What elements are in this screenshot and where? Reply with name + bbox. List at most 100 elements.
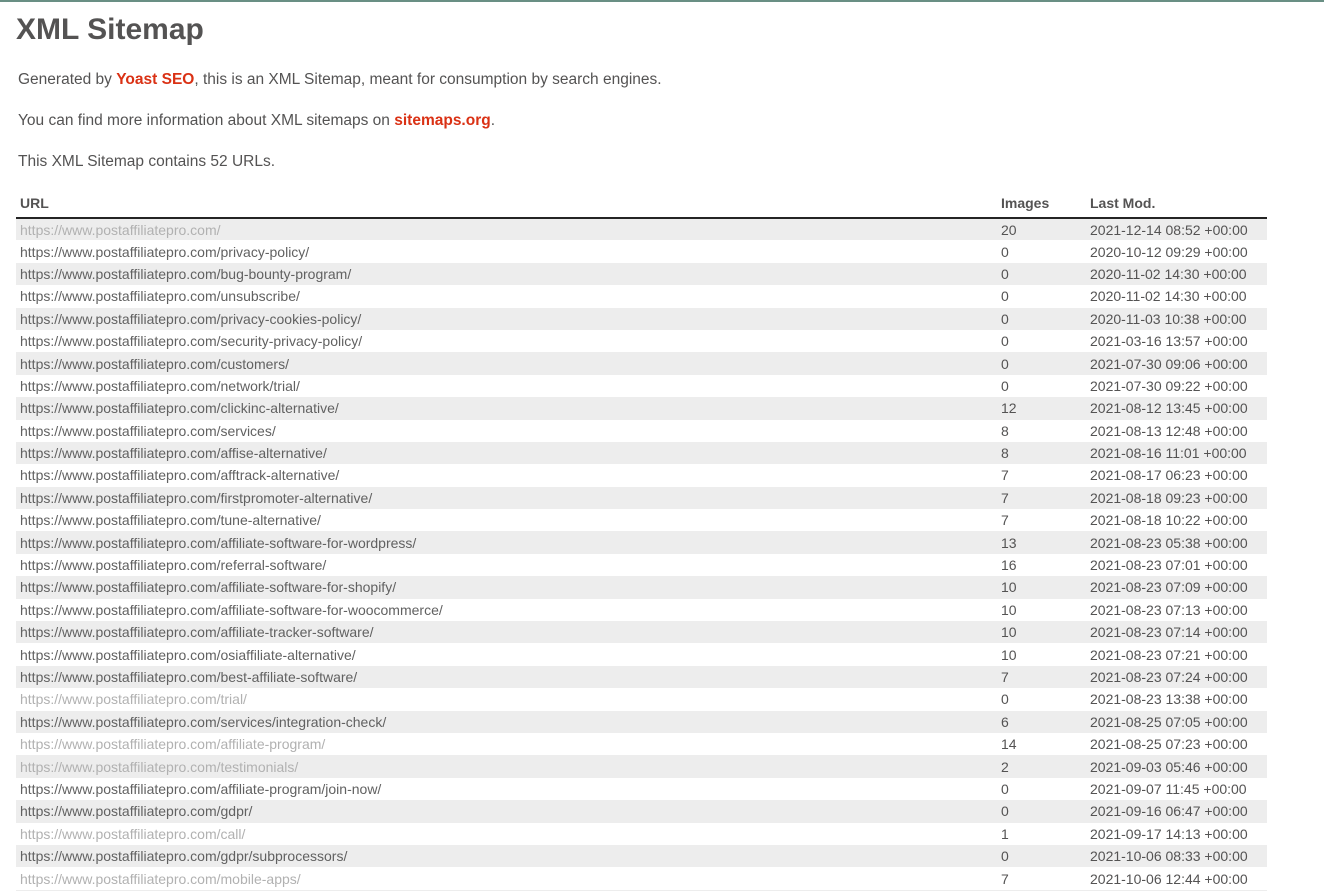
column-header-url: URL <box>16 193 997 218</box>
url-cell: https://www.postaffiliatepro.com/osiaffi… <box>16 643 997 665</box>
table-row: https://www.postaffiliatepro.com/firstpr… <box>16 487 1267 509</box>
column-header-lastmod: Last Mod. <box>1086 193 1267 218</box>
url-link[interactable]: https://www.postaffiliatepro.com/affilia… <box>20 579 396 595</box>
lastmod-value: 2021-10-06 12:44 +00:00 <box>1086 867 1267 889</box>
url-link[interactable]: https://www.postaffiliatepro.com/firstpr… <box>20 490 372 506</box>
url-link[interactable]: https://www.postaffiliatepro.com/best-af… <box>20 669 357 685</box>
url-link[interactable]: https://www.postaffiliatepro.com/network… <box>20 378 300 394</box>
url-cell: https://www.postaffiliatepro.com/affilia… <box>16 733 997 755</box>
lastmod-value: 2021-07-30 09:06 +00:00 <box>1086 352 1267 374</box>
table-row: https://www.postaffiliatepro.com/affilia… <box>16 599 1267 621</box>
sitemap-table: URL Images Last Mod. https://www.postaff… <box>16 193 1267 891</box>
images-count: 7 <box>997 464 1086 486</box>
url-link[interactable]: https://www.postaffiliatepro.com/unsubsc… <box>20 288 300 304</box>
table-row: https://www.postaffiliatepro.com/best-af… <box>16 666 1267 688</box>
url-link[interactable]: https://www.postaffiliatepro.com/clickin… <box>20 400 339 416</box>
images-count: 10 <box>997 599 1086 621</box>
url-link[interactable]: https://www.postaffiliatepro.com/affilia… <box>20 602 443 618</box>
url-cell: https://www.postaffiliatepro.com/securit… <box>16 330 997 352</box>
images-count: 0 <box>997 330 1086 352</box>
table-row: https://www.postaffiliatepro.com/call/ 1… <box>16 823 1267 845</box>
url-link[interactable]: https://www.postaffiliatepro.com/gdpr/ <box>20 803 252 819</box>
table-row: https://www.postaffiliatepro.com/privacy… <box>16 240 1267 262</box>
images-count: 0 <box>997 845 1086 867</box>
lastmod-value: 2021-09-03 05:46 +00:00 <box>1086 755 1267 777</box>
table-row: https://www.postaffiliatepro.com/bug-bou… <box>16 263 1267 285</box>
images-count: 7 <box>997 487 1086 509</box>
lastmod-value: 2021-09-17 14:13 +00:00 <box>1086 823 1267 845</box>
images-count: 0 <box>997 375 1086 397</box>
page-title: XML Sitemap <box>16 12 1267 48</box>
url-cell: https://www.postaffiliatepro.com/best-af… <box>16 666 997 688</box>
intro-generated-prefix: Generated by <box>18 71 116 88</box>
lastmod-value: 2020-11-03 10:38 +00:00 <box>1086 308 1267 330</box>
yoast-seo-link[interactable]: Yoast SEO <box>116 71 194 88</box>
table-row: https://www.postaffiliatepro.com/affilia… <box>16 621 1267 643</box>
images-count: 10 <box>997 621 1086 643</box>
url-link[interactable]: https://www.postaffiliatepro.com/osiaffi… <box>20 647 356 663</box>
lastmod-value: 2021-08-18 09:23 +00:00 <box>1086 487 1267 509</box>
images-count: 0 <box>997 240 1086 262</box>
lastmod-value: 2021-08-17 06:23 +00:00 <box>1086 464 1267 486</box>
url-cell: https://www.postaffiliatepro.com/gdpr/ <box>16 800 997 822</box>
images-count: 8 <box>997 420 1086 442</box>
url-link[interactable]: https://www.postaffiliatepro.com/privacy… <box>20 244 309 260</box>
url-link[interactable]: https://www.postaffiliatepro.com/tune-al… <box>20 512 321 528</box>
sitemap-rows: https://www.postaffiliatepro.com/ 20 202… <box>16 218 1267 891</box>
url-cell: https://www.postaffiliatepro.com/affilia… <box>16 778 997 800</box>
intro-info-line: You can find more information about XML … <box>18 112 1267 130</box>
intro-info-prefix: You can find more information about XML … <box>18 112 394 129</box>
lastmod-value: 2021-08-25 07:23 +00:00 <box>1086 733 1267 755</box>
images-count: 8 <box>997 442 1086 464</box>
lastmod-value: 2021-08-23 07:24 +00:00 <box>1086 666 1267 688</box>
url-link[interactable]: https://www.postaffiliatepro.com/ <box>20 222 221 238</box>
url-cell: https://www.postaffiliatepro.com/service… <box>16 420 997 442</box>
images-count: 12 <box>997 397 1086 419</box>
table-row: https://www.postaffiliatepro.com/affilia… <box>16 531 1267 553</box>
table-row: https://www.postaffiliatepro.com/privacy… <box>16 308 1267 330</box>
table-row: https://www.postaffiliatepro.com/securit… <box>16 330 1267 352</box>
images-count: 7 <box>997 867 1086 889</box>
sitemaps-org-link[interactable]: sitemaps.org <box>394 112 490 129</box>
url-link[interactable]: https://www.postaffiliatepro.com/privacy… <box>20 311 361 327</box>
images-count: 0 <box>997 800 1086 822</box>
url-link[interactable]: https://www.postaffiliatepro.com/affilia… <box>20 736 325 752</box>
url-link[interactable]: https://www.postaffiliatepro.com/testimo… <box>20 759 298 775</box>
url-link[interactable]: https://www.postaffiliatepro.com/gdpr/su… <box>20 848 347 864</box>
url-cell: https://www.postaffiliatepro.com/affise-… <box>16 442 997 464</box>
table-row: https://www.postaffiliatepro.com/clickin… <box>16 397 1267 419</box>
lastmod-value: 2021-08-12 13:45 +00:00 <box>1086 397 1267 419</box>
column-header-images: Images <box>997 193 1086 218</box>
url-link[interactable]: https://www.postaffiliatepro.com/bug-bou… <box>20 266 351 282</box>
url-link[interactable]: https://www.postaffiliatepro.com/securit… <box>20 333 362 349</box>
url-link[interactable]: https://www.postaffiliatepro.com/affilia… <box>20 781 381 797</box>
url-cell: https://www.postaffiliatepro.com/afftrac… <box>16 464 997 486</box>
url-link[interactable]: https://www.postaffiliatepro.com/affise-… <box>20 445 327 461</box>
url-link[interactable]: https://www.postaffiliatepro.com/service… <box>20 714 386 730</box>
url-count-line: This XML Sitemap contains 52 URLs. <box>18 153 1267 171</box>
lastmod-value: 2021-10-06 08:33 +00:00 <box>1086 845 1267 867</box>
intro-generated-line: Generated by Yoast SEO, this is an XML S… <box>18 71 1267 89</box>
url-cell: https://www.postaffiliatepro.com/affilia… <box>16 621 997 643</box>
url-cell: https://www.postaffiliatepro.com/call/ <box>16 823 997 845</box>
url-cell: https://www.postaffiliatepro.com/gdpr/su… <box>16 845 997 867</box>
intro-generated-suffix: , this is an XML Sitemap, meant for cons… <box>194 71 661 88</box>
lastmod-value: 2021-09-16 06:47 +00:00 <box>1086 800 1267 822</box>
url-cell: https://www.postaffiliatepro.com/ <box>16 218 997 240</box>
url-link[interactable]: https://www.postaffiliatepro.com/affilia… <box>20 535 416 551</box>
url-link[interactable]: https://www.postaffiliatepro.com/trial/ <box>20 691 247 707</box>
images-count: 7 <box>997 509 1086 531</box>
url-link[interactable]: https://www.postaffiliatepro.com/afftrac… <box>20 467 339 483</box>
url-cell: https://www.postaffiliatepro.com/trial/ <box>16 688 997 710</box>
lastmod-value: 2021-08-16 11:01 +00:00 <box>1086 442 1267 464</box>
url-link[interactable]: https://www.postaffiliatepro.com/referra… <box>20 557 326 573</box>
url-link[interactable]: https://www.postaffiliatepro.com/custome… <box>20 356 289 372</box>
url-link[interactable]: https://www.postaffiliatepro.com/call/ <box>20 826 245 842</box>
lastmod-value: 2021-07-30 09:22 +00:00 <box>1086 375 1267 397</box>
url-link[interactable]: https://www.postaffiliatepro.com/mobile-… <box>20 871 301 887</box>
url-link[interactable]: https://www.postaffiliatepro.com/service… <box>20 423 276 439</box>
table-row: https://www.postaffiliatepro.com/ 20 202… <box>16 218 1267 240</box>
table-row: https://www.postaffiliatepro.com/afftrac… <box>16 464 1267 486</box>
url-link[interactable]: https://www.postaffiliatepro.com/affilia… <box>20 624 374 640</box>
table-row: https://www.postaffiliatepro.com/gdpr/ 0… <box>16 800 1267 822</box>
